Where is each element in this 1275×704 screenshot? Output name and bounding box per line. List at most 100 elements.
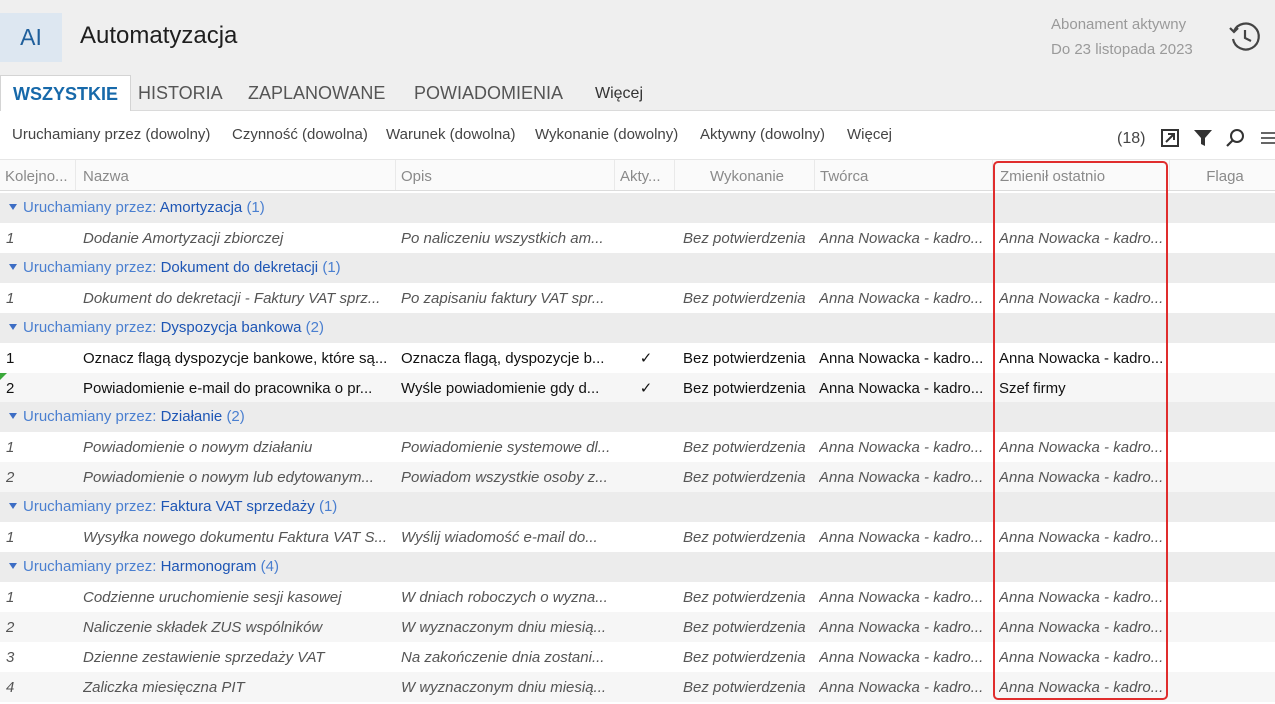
cell-creator: Anna Nowacka - kadro... [819, 439, 984, 456]
column-flag[interactable]: Flaga [1170, 160, 1275, 190]
cell-execution: Bez potwierdzenia [683, 380, 806, 397]
column-description[interactable]: Opis [396, 160, 615, 190]
table-row[interactable]: 1 Wysyłka nowego dokumentu Faktura VAT S… [0, 522, 1275, 552]
tab-more[interactable]: Więcej [595, 75, 643, 110]
collapse-triangle-icon[interactable] [9, 503, 17, 509]
table-row[interactable]: 1 Powiadomienie o nowym działaniu Powiad… [0, 432, 1275, 462]
collapse-triangle-icon[interactable] [9, 324, 17, 330]
cell-creator: Anna Nowacka - kadro... [819, 350, 984, 367]
group-name: Dyspozycja bankowa [160, 319, 302, 336]
cell-order: 3 [6, 649, 15, 666]
group-row[interactable]: Uruchamiany przez: Działanie (2) [0, 402, 1275, 432]
cell-description: W wyznaczonym dniu miesią... [401, 619, 607, 636]
app-header: AI Automatyzacja Abonament aktywny Do 23… [0, 0, 1275, 75]
group-name: Faktura VAT sprzedaży [160, 498, 315, 515]
column-active[interactable]: Akty... [615, 160, 675, 190]
table-row[interactable]: 1 Dodanie Amortyzacji zbiorczej Po nalic… [0, 223, 1275, 253]
cell-name: Dzienne zestawienie sprzedaży VAT [83, 649, 325, 666]
tab-all[interactable]: WSZYSTKIE [0, 75, 132, 111]
table-row[interactable]: 2 Naliczenie składek ZUS wspólników W wy… [0, 612, 1275, 642]
clock-history-icon [1229, 22, 1260, 51]
cell-modified-by: Anna Nowacka - kadro... [999, 230, 1164, 247]
cell-creator: Anna Nowacka - kadro... [819, 679, 984, 696]
filter-condition[interactable]: Warunek (dowolna) [386, 126, 516, 143]
column-name[interactable]: Nazwa [78, 160, 396, 190]
cell-execution: Bez potwierdzenia [683, 529, 806, 546]
tab-scheduled[interactable]: ZAPLANOWANE [248, 75, 385, 110]
cell-modified-by: Anna Nowacka - kadro... [999, 290, 1164, 307]
cell-description: W dniach roboczych o wyzna... [401, 589, 608, 606]
cell-creator: Anna Nowacka - kadro... [819, 230, 984, 247]
group-row[interactable]: Uruchamiany przez: Amortyzacja (1) [0, 193, 1275, 223]
group-row[interactable]: Uruchamiany przez: Dyspozycja bankowa (2… [0, 313, 1275, 343]
cell-order: 4 [6, 679, 15, 696]
group-row[interactable]: Uruchamiany przez: Dokument do dekretacj… [0, 253, 1275, 283]
group-row[interactable]: Uruchamiany przez: Harmonogram (4) [0, 552, 1275, 582]
cell-execution: Bez potwierdzenia [683, 230, 806, 247]
search-button[interactable] [1225, 128, 1245, 153]
cell-creator: Anna Nowacka - kadro... [819, 619, 984, 636]
cell-order: 1 [6, 589, 15, 606]
table-row[interactable]: 2 Powiadomienie e-mail do pracownika o p… [0, 373, 1275, 403]
filter-active[interactable]: Aktywny (dowolny) [700, 126, 825, 143]
cell-name: Codzienne uruchomienie sesji kasowej [83, 589, 342, 606]
filter-bar: Uruchamiany przez (dowolny) Czynność (do… [0, 111, 1275, 159]
filter-button[interactable] [1193, 128, 1213, 153]
cell-name: Dokument do dekretacji - Faktury VAT spr… [83, 290, 381, 307]
cell-creator: Anna Nowacka - kadro... [819, 649, 984, 666]
grid-header: Kolejno... Nazwa Opis Akty... Wykonanie … [0, 159, 1275, 191]
cell-execution: Bez potwierdzenia [683, 589, 806, 606]
filter-action[interactable]: Czynność (dowolna) [232, 126, 368, 143]
group-prefix: Uruchamiany przez: [23, 558, 157, 575]
cell-execution: Bez potwierdzenia [683, 290, 806, 307]
cell-creator: Anna Nowacka - kadro... [819, 380, 984, 397]
menu-button[interactable] [1260, 128, 1275, 153]
column-execution[interactable]: Wykonanie [675, 160, 815, 190]
cell-creator: Anna Nowacka - kadro... [819, 589, 984, 606]
cell-order: 2 [6, 619, 15, 636]
export-button[interactable] [1160, 128, 1180, 153]
collapse-triangle-icon[interactable] [9, 563, 17, 569]
filter-more[interactable]: Więcej [847, 126, 892, 143]
group-prefix: Uruchamiany przez: [23, 319, 157, 336]
filter-execution[interactable]: Wykonanie (dowolny) [535, 126, 678, 143]
group-count: (4) [260, 558, 279, 575]
cell-description: Po naliczeniu wszystkich am... [401, 230, 604, 247]
cell-order: 1 [6, 529, 15, 546]
column-order[interactable]: Kolejno... [0, 160, 76, 190]
cell-execution: Bez potwierdzenia [683, 439, 806, 456]
table-row[interactable]: 1 Oznacz flagą dyspozycje bankowe, które… [0, 343, 1275, 373]
export-icon [1161, 129, 1179, 147]
tab-bar: WSZYSTKIE HISTORIA ZAPLANOWANE POWIADOMI… [0, 75, 1275, 111]
tab-notifications[interactable]: POWIADOMIENIA [414, 75, 563, 110]
group-name: Amortyzacja [159, 199, 243, 216]
cell-modified-by: Anna Nowacka - kadro... [999, 350, 1164, 367]
column-modified-by[interactable]: Zmienił ostatnio [995, 160, 1170, 190]
table-row[interactable]: 1 Codzienne uruchomienie sesji kasowej W… [0, 582, 1275, 612]
table-row[interactable]: 4 Zaliczka miesięczna PIT W wyznaczonym … [0, 672, 1275, 702]
subscription-status-line: Abonament aktywny [1051, 16, 1187, 33]
group-prefix: Uruchamiany przez: [23, 408, 157, 425]
funnel-icon [1194, 130, 1212, 146]
table-row[interactable]: 2 Powiadomienie o nowym lub edytowanym..… [0, 462, 1275, 492]
cell-order: 1 [6, 439, 15, 456]
history-button[interactable] [1226, 18, 1264, 56]
group-count: (2) [226, 408, 245, 425]
cell-description: Powiadomienie systemowe dl... [401, 439, 611, 456]
collapse-triangle-icon[interactable] [9, 204, 17, 210]
group-row[interactable]: Uruchamiany przez: Faktura VAT sprzedaży… [0, 492, 1275, 522]
group-name: Dokument do dekretacji [160, 259, 319, 276]
collapse-triangle-icon[interactable] [9, 413, 17, 419]
cell-name: Naliczenie składek ZUS wspólników [83, 619, 323, 636]
filter-triggered-by[interactable]: Uruchamiany przez (dowolny) [12, 126, 210, 143]
column-creator[interactable]: Twórca [815, 160, 993, 190]
table-row[interactable]: 3 Dzienne zestawienie sprzedaży VAT Na z… [0, 642, 1275, 672]
collapse-triangle-icon[interactable] [9, 264, 17, 270]
cell-creator: Anna Nowacka - kadro... [819, 290, 984, 307]
group-count: (2) [305, 319, 324, 336]
group-prefix: Uruchamiany przez: [23, 259, 157, 276]
cell-name: Wysyłka nowego dokumentu Faktura VAT S..… [83, 529, 388, 546]
tab-history[interactable]: HISTORIA [138, 75, 223, 110]
table-row[interactable]: 1 Dokument do dekretacji - Faktury VAT s… [0, 283, 1275, 313]
cell-modified-by: Szef firmy [999, 380, 1066, 397]
